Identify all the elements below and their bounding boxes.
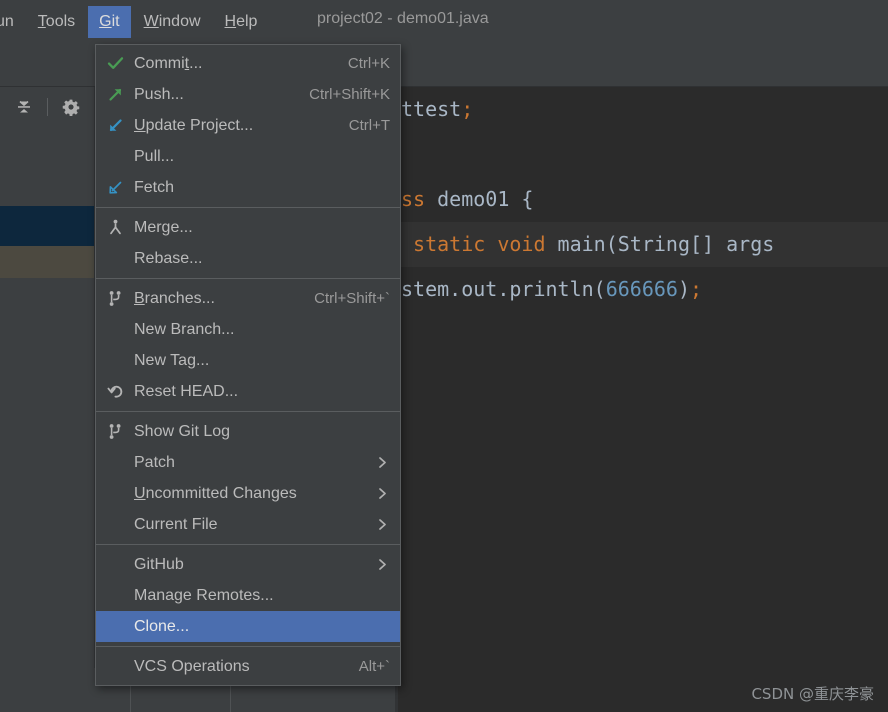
menu-item-new-branch[interactable]: New Branch... [96, 314, 400, 345]
menu-item-label: New Branch... [134, 320, 235, 338]
menu-item-label: GitHub [134, 555, 184, 573]
menu-item-show-git-log[interactable]: Show Git Log [96, 416, 400, 447]
menu-item-current-file[interactable]: Current File [96, 509, 400, 540]
menubar-item-window[interactable]: Window [133, 6, 212, 38]
menu-separator [96, 207, 400, 208]
menu-item-manage-remotes[interactable]: Manage Remotes... [96, 580, 400, 611]
menu-item-new-tag[interactable]: New Tag... [96, 345, 400, 376]
commit-check-icon [96, 55, 134, 72]
menu-item-reset-head[interactable]: Reset HEAD... [96, 376, 400, 407]
menu-item-shortcut: Ctrl+T [348, 117, 390, 134]
window-title: project02 - demo01.java [317, 10, 489, 27]
merge-icon [96, 219, 134, 236]
code-line: ttest; [401, 97, 474, 121]
tool-pane-toolbar [0, 87, 95, 127]
menu-item-label: New Tag... [134, 351, 210, 369]
git-dropdown-menu[interactable]: Commit... Ctrl+K Push... Ctrl+Shift+K Update… [95, 44, 401, 686]
menu-item-github[interactable]: GitHub [96, 549, 400, 580]
menu-item-shortcut: Alt+` [358, 658, 390, 675]
chevron-right-icon [374, 456, 390, 469]
fetch-arrow-icon [96, 179, 134, 196]
menu-item-uncommitted-changes[interactable]: Uncommitted Changes [96, 478, 400, 509]
menu-item-label: Clone... [134, 617, 190, 635]
toolbar-divider [47, 98, 48, 116]
menu-item-shortcut: Ctrl+Shift+` [314, 290, 390, 307]
menu-item-label: Branches... [134, 289, 215, 307]
push-arrow-icon [96, 86, 134, 103]
update-arrow-icon [96, 117, 134, 134]
collapse-all-icon[interactable] [7, 93, 41, 121]
menu-item-label: Reset HEAD... [134, 382, 239, 400]
menu-item-shortcut: Ctrl+Shift+K [309, 86, 390, 103]
menu-item-label: Commit... [134, 54, 203, 72]
code-line: static void main(String[] args [395, 222, 888, 267]
menu-item-label: Merge... [134, 218, 193, 236]
reset-undo-icon [96, 383, 134, 400]
menu-item-vcs-operations[interactable]: VCS Operations Alt+` [96, 651, 400, 682]
menu-item-commit[interactable]: Commit... Ctrl+K [96, 48, 400, 79]
tool-pane-highlight-navy [0, 206, 95, 246]
menu-item-fetch[interactable]: Fetch [96, 172, 400, 203]
menu-item-label: Uncommitted Changes [134, 484, 297, 502]
menu-item-label: Patch [134, 453, 175, 471]
menu-separator [96, 411, 400, 412]
left-tool-pane [0, 87, 95, 712]
menu-separator [96, 544, 400, 545]
menu-item-label: VCS Operations [134, 657, 250, 675]
menu-item-label: Fetch [134, 178, 175, 196]
gear-icon[interactable] [54, 93, 88, 121]
menu-item-shortcut: Ctrl+K [347, 55, 390, 72]
code-line: stem.out.println(666666); [401, 277, 703, 301]
menu-item-label: Manage Remotes... [134, 586, 274, 604]
menu-item-label: Show Git Log [134, 422, 231, 440]
code-line: ss demo01 { [401, 187, 534, 211]
menubar-item-un[interactable]: un [0, 6, 25, 38]
menu-item-clone[interactable]: Clone... [96, 611, 400, 642]
menubar-item-help[interactable]: Help [214, 6, 269, 38]
menu-item-label: Pull... [134, 147, 175, 165]
menu-separator [96, 278, 400, 279]
git-log-branch-icon [96, 423, 134, 440]
menubar-item-git[interactable]: Git [88, 6, 131, 38]
menu-item-label: Push... [134, 85, 184, 103]
tool-pane-highlight-olive [0, 246, 95, 278]
menu-item-rebase[interactable]: Rebase... [96, 243, 400, 274]
menu-item-label: Update Project... [134, 116, 254, 134]
menu-item-branches[interactable]: Branches... Ctrl+Shift+` [96, 283, 400, 314]
chevron-right-icon [374, 558, 390, 571]
branch-icon [96, 290, 134, 307]
menu-item-patch[interactable]: Patch [96, 447, 400, 478]
menu-item-pull[interactable]: Pull... [96, 141, 400, 172]
menubar-item-tools[interactable]: Tools [27, 6, 86, 38]
menu-item-label: Rebase... [134, 249, 203, 267]
menu-separator [96, 646, 400, 647]
chevron-right-icon [374, 487, 390, 500]
watermark: CSDN @重庆李豪 [751, 685, 874, 703]
menu-item-update-project[interactable]: Update Project... Ctrl+T [96, 110, 400, 141]
code-editor[interactable]: ttest; ss demo01 { static void main(Stri… [395, 87, 888, 712]
chevron-right-icon [374, 518, 390, 531]
menu-item-push[interactable]: Push... Ctrl+Shift+K [96, 79, 400, 110]
menu-item-label: Current File [134, 515, 218, 533]
menu-item-merge[interactable]: Merge... [96, 212, 400, 243]
code-content: ttest; ss demo01 { static void main(Stri… [395, 87, 888, 312]
